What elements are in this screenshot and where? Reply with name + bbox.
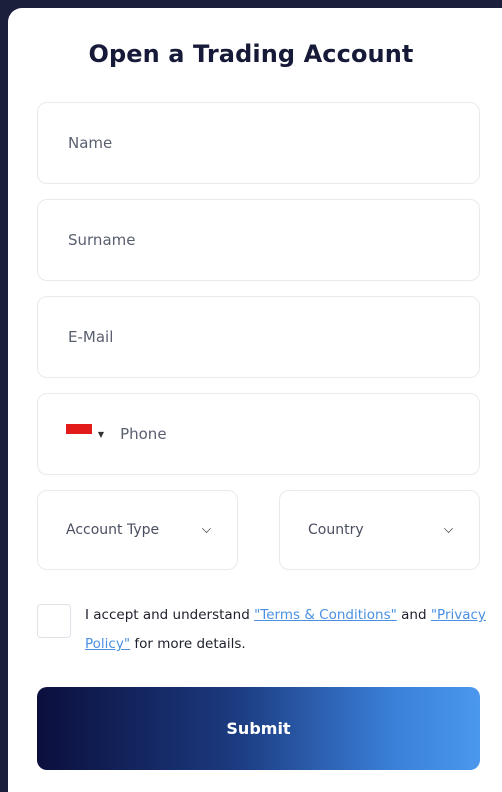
- country-label: Country: [308, 522, 364, 538]
- country-flag-icon[interactable]: [66, 424, 92, 444]
- email-field-container[interactable]: [37, 296, 480, 378]
- consent-text-before: I accept and understand: [85, 607, 255, 623]
- surname-field[interactable]: [66, 230, 479, 250]
- name-field[interactable]: [66, 133, 479, 153]
- phone-field-container[interactable]: ▼: [37, 393, 480, 475]
- consent-text: I accept and understand "Terms & Conditi…: [85, 601, 490, 659]
- form-title: Open a Trading Account: [88, 40, 414, 68]
- consent-text-after: for more details.: [130, 636, 246, 652]
- consent-checkbox[interactable]: [37, 604, 71, 638]
- chevron-down-icon: [202, 523, 211, 533]
- flag-dropdown-caret-icon[interactable]: ▼: [98, 430, 104, 439]
- email-field[interactable]: [66, 327, 479, 347]
- consent-text-middle: and: [396, 607, 431, 623]
- account-type-select[interactable]: Account Type: [37, 490, 238, 570]
- submit-button[interactable]: Submit: [37, 687, 480, 770]
- chevron-down-icon: [444, 523, 453, 533]
- account-type-label: Account Type: [66, 522, 160, 538]
- surname-field-container[interactable]: [37, 199, 480, 281]
- terms-link[interactable]: "Terms & Conditions": [254, 607, 397, 623]
- name-field-container[interactable]: [37, 102, 480, 184]
- phone-field[interactable]: [118, 424, 479, 444]
- country-select[interactable]: Country: [279, 490, 480, 570]
